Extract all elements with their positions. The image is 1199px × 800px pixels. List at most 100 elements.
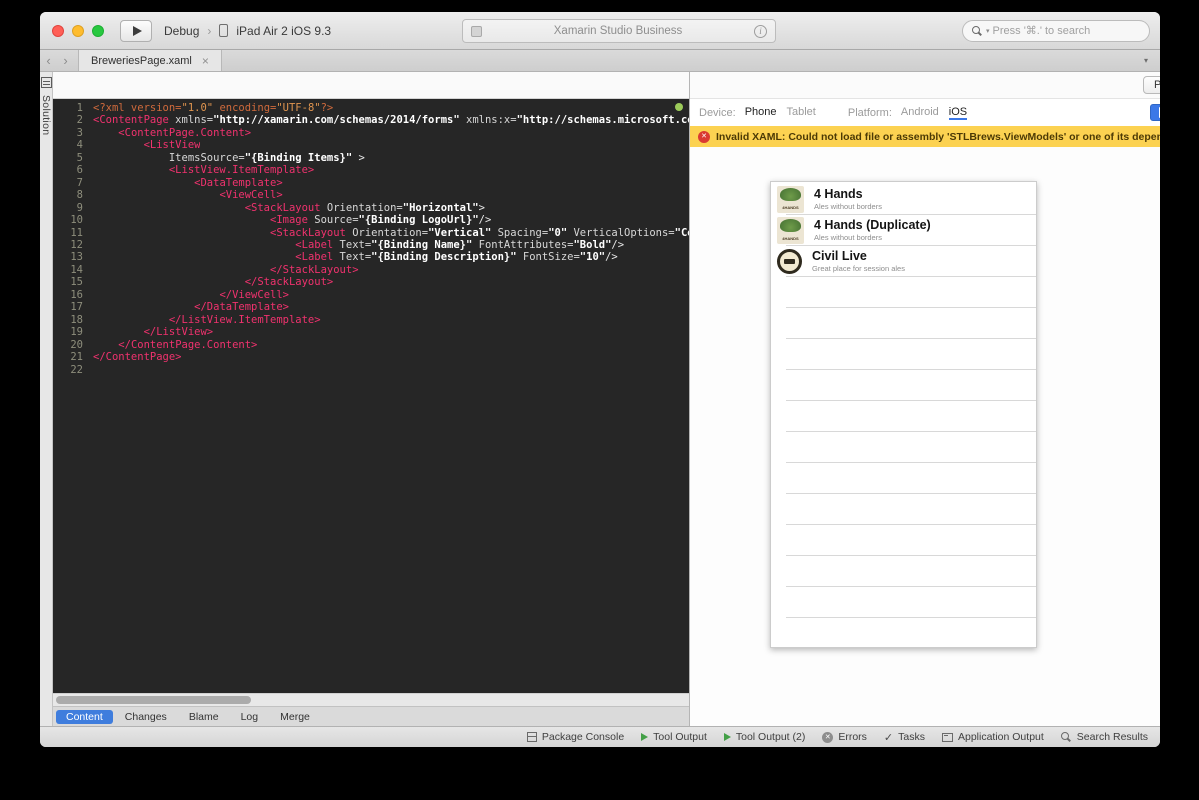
- code-line[interactable]: 4 <ListView: [53, 139, 689, 151]
- editor-tab-content[interactable]: Content: [56, 709, 113, 724]
- line-number: 4: [76, 139, 83, 152]
- sidebar-item-solution[interactable]: Solution: [40, 95, 52, 135]
- code-line[interactable]: 2 <ContentPage xmlns="http://xamarin.com/…: [53, 114, 689, 126]
- list-item-empty[interactable]: [771, 308, 1036, 339]
- code-line[interactable]: 14 </StackLayout>: [53, 264, 689, 276]
- line-number: 8: [76, 189, 83, 202]
- list-item-empty[interactable]: [771, 370, 1036, 401]
- device-option-phone[interactable]: Phone: [745, 106, 777, 120]
- configuration-selector[interactable]: Debug › iPad Air 2 iOS 9.3: [164, 24, 331, 38]
- line-number: 17: [70, 301, 83, 314]
- list-item-empty[interactable]: [771, 277, 1036, 308]
- device-label: Device:: [699, 106, 736, 119]
- list-item-empty[interactable]: [771, 525, 1036, 556]
- code-token: </ContentPage.Content>: [118, 338, 258, 351]
- device-selector-label: iPad Air 2 iOS 9.3: [236, 23, 332, 38]
- list-item-empty[interactable]: [771, 339, 1036, 370]
- code-token: <ListView.ItemTemplate>: [168, 164, 315, 177]
- line-number: 10: [70, 214, 83, 227]
- code-line[interactable]: 12 <Label Text="{Binding Name}" FontAttr…: [53, 239, 689, 251]
- line-number: 15: [70, 276, 83, 289]
- navigate-back-button[interactable]: ‹: [40, 50, 57, 71]
- statusbar-tool-output-2[interactable]: Tool Output (2): [723, 731, 805, 743]
- code-line[interactable]: 21 </ContentPage>: [53, 351, 689, 363]
- list-item-empty[interactable]: [771, 618, 1036, 647]
- editor-tab-merge[interactable]: Merge: [270, 710, 320, 724]
- minimize-window-button[interactable]: [72, 24, 84, 37]
- zoom-window-button[interactable]: [92, 24, 104, 37]
- code-line[interactable]: 16 </ViewCell>: [53, 289, 689, 301]
- list-item-empty[interactable]: [771, 401, 1036, 432]
- statusbar-label: Search Results: [1076, 731, 1148, 743]
- navigate-forward-button[interactable]: ›: [57, 50, 74, 71]
- platform-option-android[interactable]: Android: [901, 106, 939, 120]
- run-button[interactable]: [120, 19, 152, 42]
- code-token: VerticalOptions=: [567, 226, 675, 239]
- editor-tab-blame[interactable]: Blame: [179, 710, 229, 724]
- code-token: </ContentPage>: [93, 351, 182, 364]
- scrollbar-thumb[interactable]: [56, 696, 251, 704]
- search-input[interactable]: [992, 25, 1140, 37]
- code-text: <Label Text="{Binding Description}" Font…: [93, 251, 617, 264]
- code-text: </StackLayout>: [93, 276, 334, 288]
- code-line[interactable]: 10 <Image Source="{Binding LogoUrl}"/>: [53, 214, 689, 226]
- code-line[interactable]: 11 <StackLayout Orientation="Vertical" S…: [53, 227, 689, 239]
- code-token: FontSize=: [516, 251, 580, 264]
- code-line[interactable]: 7 <DataTemplate>: [53, 177, 689, 189]
- statusbar-tasks[interactable]: Tasks: [884, 731, 925, 744]
- editor-tab-log[interactable]: Log: [231, 710, 269, 724]
- code-line[interactable]: 6 <ListView.ItemTemplate>: [53, 164, 689, 176]
- code-line[interactable]: 3 <ContentPage.Content>: [53, 127, 689, 139]
- device-option-tablet[interactable]: Tablet: [787, 106, 816, 120]
- list-item-empty[interactable]: [771, 556, 1036, 587]
- code-line[interactable]: 19 </ListView>: [53, 326, 689, 338]
- tab-overflow-icon[interactable]: ▾: [1144, 56, 1148, 65]
- close-window-button[interactable]: [52, 24, 64, 37]
- list-item[interactable]: Civil Live Great place for session ales: [771, 246, 1036, 277]
- list-item[interactable]: 4 HandsAles without borders: [771, 184, 1036, 215]
- code-line[interactable]: 17 </DataTemplate>: [53, 301, 689, 313]
- statusbar-label: Package Console: [541, 731, 625, 743]
- list-item[interactable]: 4 Hands (Duplicate)Ales without borders: [771, 215, 1036, 246]
- statusbar-search-results[interactable]: Search Results: [1060, 731, 1148, 743]
- list-item-empty[interactable]: [771, 432, 1036, 463]
- statusbar-tool-output[interactable]: Tool Output: [641, 731, 707, 743]
- list-item-empty[interactable]: [771, 463, 1036, 494]
- preview-list: 4 HandsAles without borders4 Hands (Dupl…: [771, 184, 1036, 647]
- code-line[interactable]: 15 </StackLayout>: [53, 276, 689, 288]
- tab-breweriespage-xaml[interactable]: BreweriesPage.xaml ×: [78, 50, 222, 71]
- solution-pad-icon: [40, 77, 52, 88]
- global-search[interactable]: ▾: [962, 20, 1150, 42]
- platform-option-ios[interactable]: iOS: [948, 106, 968, 120]
- editor-horizontal-scrollbar[interactable]: [53, 693, 689, 706]
- code-editor[interactable]: 1 <?xml version="1.0" encoding="UTF-8"?> 2…: [53, 99, 689, 693]
- list-item-empty[interactable]: [771, 587, 1036, 618]
- orientation-portrait-button[interactable]: [1150, 104, 1160, 121]
- statusbar-errors[interactable]: Errors: [822, 731, 867, 743]
- play-icon: [641, 733, 649, 741]
- close-tab-icon[interactable]: ×: [202, 55, 209, 67]
- code-line[interactable]: 13 <Label Text="{Binding Description}" F…: [53, 251, 689, 263]
- code-token: >: [352, 151, 365, 164]
- code-token: Text=: [333, 251, 372, 264]
- code-line[interactable]: 20 </ContentPage.Content>: [53, 339, 689, 351]
- code-line[interactable]: 9 <StackLayout Orientation="Horizontal">: [53, 202, 689, 214]
- code-token: </ListView.ItemTemplate>: [168, 313, 321, 326]
- preview-button[interactable]: Preview: [1143, 76, 1160, 94]
- code-line[interactable]: 5 ItemsSource="{Binding Items}" >: [53, 152, 689, 164]
- code-line[interactable]: 18 </ListView.ItemTemplate>: [53, 314, 689, 326]
- code-token: </ListView>: [143, 326, 214, 339]
- editor-tab-changes[interactable]: Changes: [115, 710, 177, 724]
- info-icon[interactable]: i: [754, 24, 767, 38]
- code-line[interactable]: 22: [53, 364, 689, 376]
- code-token: "Bold": [573, 238, 612, 251]
- statusbar-application-output[interactable]: Application Output: [941, 731, 1044, 743]
- code-line[interactable]: 1 <?xml version="1.0" encoding="UTF-8"?>: [53, 102, 689, 114]
- list-item-empty[interactable]: [771, 494, 1036, 525]
- code-line[interactable]: 8 <ViewCell>: [53, 189, 689, 201]
- statusbar-package-console[interactable]: Package Console: [526, 731, 625, 743]
